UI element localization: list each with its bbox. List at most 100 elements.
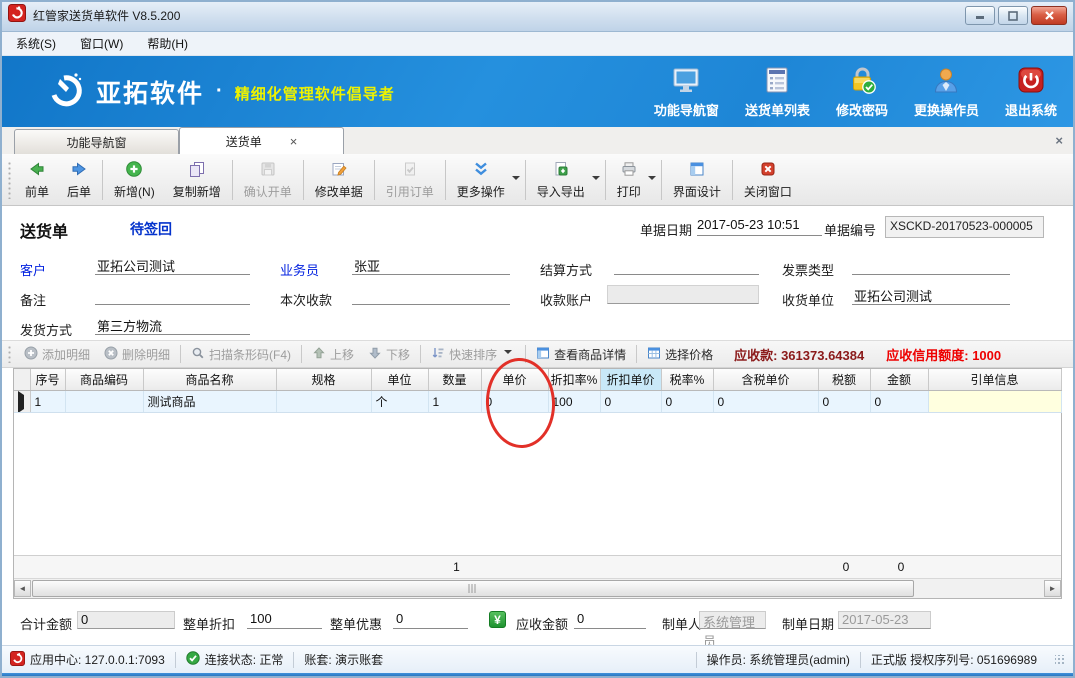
close-button[interactable]: [1031, 6, 1067, 25]
grid-empty-area: [14, 413, 1061, 555]
import-export-button[interactable]: 导入导出: [528, 157, 594, 202]
col-spec[interactable]: 规格: [276, 369, 371, 391]
cell-price[interactable]: 0: [481, 391, 548, 413]
maximize-button[interactable]: [998, 6, 1028, 25]
exit-system-button[interactable]: 退出系统: [1005, 65, 1057, 119]
col-seq[interactable]: 序号: [30, 369, 65, 391]
arrow-right-icon: [70, 160, 88, 181]
remark-field[interactable]: [95, 286, 250, 305]
dropdown-arrow-icon[interactable]: [648, 176, 656, 184]
delivery-list-button[interactable]: 送货单列表: [745, 65, 810, 119]
separator: [420, 345, 421, 363]
invoice-type-field[interactable]: [852, 256, 1010, 275]
separator: [374, 160, 375, 200]
col-amount[interactable]: 金额: [870, 369, 928, 391]
resize-grip[interactable]: [1055, 655, 1065, 665]
col-ref-info[interactable]: 引单信息: [928, 369, 1061, 391]
prev-order-button[interactable]: 前单: [16, 157, 58, 202]
more-actions-button[interactable]: 更多操作: [448, 157, 514, 202]
col-price[interactable]: 单价: [481, 369, 548, 391]
col-discount-rate[interactable]: 折扣率%: [548, 369, 600, 391]
sort-icon: [431, 346, 445, 363]
row-selector-cell[interactable]: [14, 391, 30, 413]
cell-tax-incl-price[interactable]: 0: [713, 391, 818, 413]
tab-delivery-order[interactable]: 送货单 ×: [179, 127, 344, 154]
col-discount-price[interactable]: 折扣单价: [600, 369, 661, 391]
receiver-field[interactable]: 亚拓公司测试: [852, 286, 1010, 305]
cell-seq[interactable]: 1: [30, 391, 65, 413]
scroll-right-icon[interactable]: ►: [1044, 580, 1061, 597]
dropdown-arrow-icon[interactable]: [592, 176, 600, 184]
close-window-button[interactable]: 关闭窗口: [735, 157, 801, 202]
col-qty[interactable]: 数量: [428, 369, 481, 391]
col-code[interactable]: 商品编码: [65, 369, 143, 391]
doc-date-field[interactable]: 2017-05-23 10:51: [697, 217, 822, 236]
cell-ref-info[interactable]: [928, 391, 1061, 413]
switch-operator-button[interactable]: 更换操作员: [914, 65, 979, 119]
payment-field[interactable]: [352, 286, 510, 305]
account-label: 收款账户: [540, 290, 592, 309]
col-tax[interactable]: 税额: [818, 369, 870, 391]
menu-help[interactable]: 帮助(H): [147, 35, 188, 52]
copy-new-button[interactable]: 复制新增: [164, 157, 230, 202]
tab-nav-window[interactable]: 功能导航窗: [14, 129, 179, 154]
col-name[interactable]: 商品名称: [143, 369, 276, 391]
tab-close-icon[interactable]: ×: [290, 134, 298, 149]
ui-design-button[interactable]: 界面设计: [664, 157, 730, 202]
cell-spec[interactable]: [276, 391, 371, 413]
brand-name: 亚拓软件: [96, 74, 204, 110]
next-order-button[interactable]: 后单: [58, 157, 100, 202]
due-amount-label: 应收金额: [516, 614, 568, 633]
cell-name[interactable]: 测试商品: [143, 391, 276, 413]
col-unit[interactable]: 单位: [371, 369, 428, 391]
edit-order-button[interactable]: 修改单据: [306, 157, 372, 202]
salesman-field[interactable]: 张亚: [352, 256, 510, 275]
menu-window[interactable]: 窗口(W): [80, 35, 123, 52]
receivable-amount: 应收款: 361373.64384: [734, 345, 864, 364]
separator: [175, 652, 176, 668]
select-price-button[interactable]: 选择价格: [640, 346, 720, 363]
dropdown-arrow-icon[interactable]: [512, 176, 520, 184]
app-center-status: 应用中心: 127.0.0.1:7093: [10, 651, 165, 669]
minimize-button[interactable]: [965, 6, 995, 25]
confirm-billing-button: 确认开单: [235, 157, 301, 202]
scrollbar-thumb[interactable]: [32, 580, 914, 597]
operator-status: 操作员: 系统管理员(admin): [707, 651, 850, 668]
customer-field[interactable]: 亚拓公司测试: [95, 256, 250, 275]
order-offer-field[interactable]: 0: [393, 611, 468, 629]
cell-tax-rate[interactable]: 0: [661, 391, 713, 413]
due-amount-field[interactable]: 0: [574, 611, 646, 629]
salesman-label: 业务员: [280, 260, 319, 279]
view-product-detail-button[interactable]: 查看商品详情: [529, 346, 633, 363]
settlement-field[interactable]: [614, 256, 759, 275]
menu-system[interactable]: 系统(S): [16, 35, 56, 52]
scroll-left-icon[interactable]: ◄: [14, 580, 31, 597]
cell-discount-price[interactable]: 0: [600, 391, 661, 413]
print-button[interactable]: 打印: [608, 157, 650, 202]
new-button[interactable]: 新增(N): [105, 157, 164, 202]
cell-amount[interactable]: 0: [870, 391, 928, 413]
horizontal-scrollbar[interactable]: ◄ ►: [14, 578, 1061, 598]
order-discount-field[interactable]: 100: [247, 611, 322, 629]
nav-window-button[interactable]: 功能导航窗: [654, 65, 719, 119]
credit-limit: 应收信用额度: 1000: [886, 345, 1001, 364]
cell-unit[interactable]: 个: [371, 391, 428, 413]
col-tax-rate[interactable]: 税率%: [661, 369, 713, 391]
col-tax-incl-price[interactable]: 含税单价: [713, 369, 818, 391]
ship-method-field[interactable]: 第三方物流: [95, 316, 250, 335]
panel-icon: [536, 346, 550, 363]
separator: [303, 160, 304, 200]
tabstrip-close-icon[interactable]: ×: [1055, 133, 1063, 148]
doc-check-icon: [401, 160, 419, 181]
quote-order-button: 引用订单: [377, 157, 443, 202]
yen-icon[interactable]: ¥: [489, 611, 506, 628]
cell-qty[interactable]: 1: [428, 391, 481, 413]
brand-slogan: 精细化管理软件倡导者: [235, 79, 395, 104]
magnifier-icon: [191, 346, 205, 363]
add-circle-gray-icon: [24, 346, 38, 363]
detail-grid: 序号 商品编码 商品名称 规格 单位 数量 单价 折扣率% 折扣单价 税率% 含…: [13, 368, 1062, 599]
cell-code[interactable]: [65, 391, 143, 413]
cell-discount-rate[interactable]: 100: [548, 391, 600, 413]
cell-tax[interactable]: 0: [818, 391, 870, 413]
change-password-button[interactable]: 修改密码: [836, 65, 888, 119]
